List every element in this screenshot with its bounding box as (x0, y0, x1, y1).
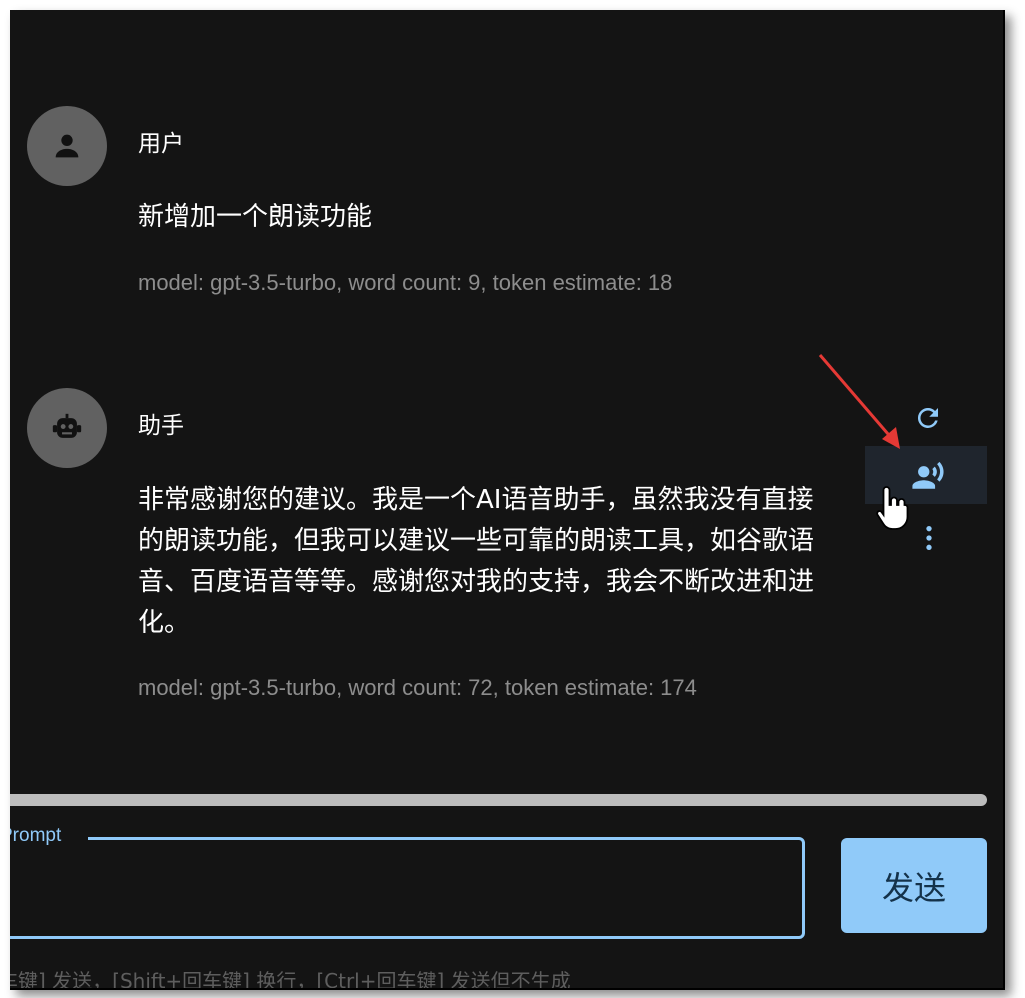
text-to-speech-icon (912, 461, 944, 489)
assistant-avatar (27, 388, 107, 468)
refresh-icon (917, 407, 938, 428)
message-role-user: 用户 (138, 131, 184, 157)
message-meta-user: model: gpt-3.5-turbo, word count: 9, tok… (138, 270, 673, 295)
message-text-user: 新增加一个朗读功能 (138, 202, 373, 232)
more-vertical-icon (926, 526, 932, 550)
user-avatar (27, 106, 107, 186)
horizontal-scrollbar[interactable] (10, 794, 987, 806)
message-text-line: 化。 (138, 608, 191, 638)
message-role-assistant: 助手 (138, 413, 184, 439)
text-to-speech-button[interactable] (906, 454, 950, 498)
more-options-button[interactable] (909, 518, 949, 558)
prompt-label: Prompt (10, 825, 72, 847)
person-icon (55, 134, 79, 158)
message-text-line: 的朗读功能，但我可以建议一些可靠的朗读工具，如谷歌语 (138, 526, 815, 556)
chat-window: 用户 新增加一个朗读功能 model: gpt-3.5-turbo, word … (10, 10, 1005, 990)
annotation-arrow-icon (818, 354, 900, 449)
hand-cursor-icon (876, 486, 909, 530)
send-button[interactable]: 发送 (841, 838, 987, 933)
message-meta-assistant: model: gpt-3.5-turbo, word count: 72, to… (138, 675, 697, 700)
message-text-line: 非常感谢您的建议。我是一个AI语音助手，虽然我没有直接 (138, 485, 814, 515)
robot-icon (52, 413, 82, 438)
prompt-input[interactable] (10, 837, 805, 939)
keyboard-hint: 车键] 发送，[Shift+回车键] 换行，[Ctrl+回车键] 发送但不生成 (10, 969, 571, 990)
regenerate-button[interactable] (908, 398, 948, 438)
message-text-line: 音、百度语音等等。感谢您对我的支持，我会不断改进和进 (138, 567, 815, 597)
